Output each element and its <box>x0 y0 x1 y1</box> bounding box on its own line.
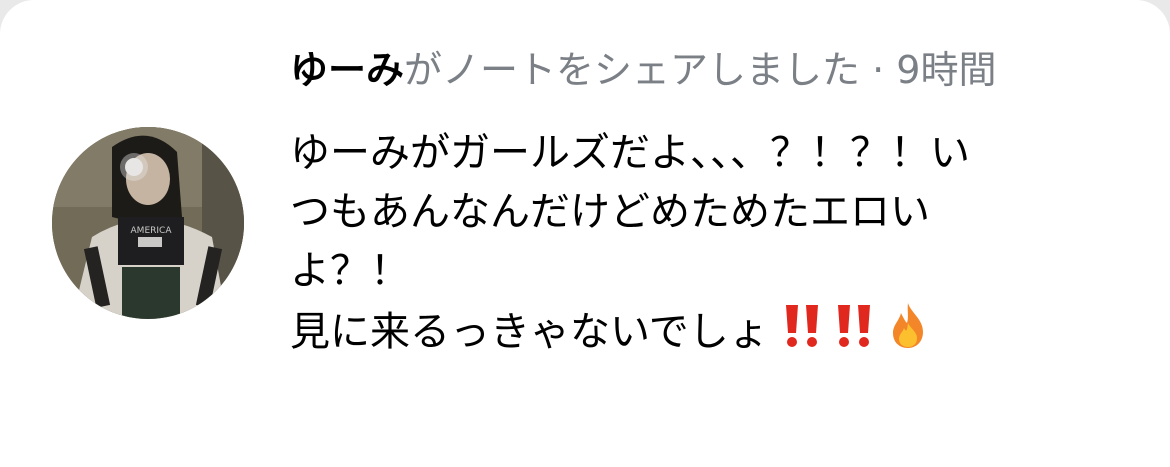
note-card[interactable]: AMERICA ゆーみがノートをシェアしました · 9時間 ゆーみがガールズだよ… <box>0 0 1170 467</box>
body-line: よ？！ <box>290 248 410 294</box>
avatar-photo: AMERICA <box>52 127 244 319</box>
fire-icon <box>887 301 929 349</box>
note-content: ゆーみがノートをシェアしました · 9時間 ゆーみがガールズだよ、、、？！？！い… <box>290 42 1110 362</box>
body-line: ゆーみがガールズだよ、、、？！？！い <box>290 130 970 176</box>
double-exclamation-icon <box>782 303 822 349</box>
note-header: ゆーみがノートをシェアしました · 9時間 <box>290 42 1110 98</box>
body-line: 見に来るっきゃないでしょ <box>290 309 769 355</box>
action-text: がノートをシェアしました <box>404 48 861 92</box>
avatar[interactable]: AMERICA <box>52 127 244 319</box>
username[interactable]: ゆーみ <box>290 48 404 92</box>
body-line: つもあんなんだけどめためたエロい <box>290 189 930 235</box>
note-body: ゆーみがガールズだよ、、、？！？！い つもあんなんだけどめためたエロい よ？！ … <box>290 124 1110 362</box>
timestamp: 9時間 <box>896 48 997 92</box>
double-exclamation-icon <box>834 303 874 349</box>
separator: · <box>860 48 897 92</box>
